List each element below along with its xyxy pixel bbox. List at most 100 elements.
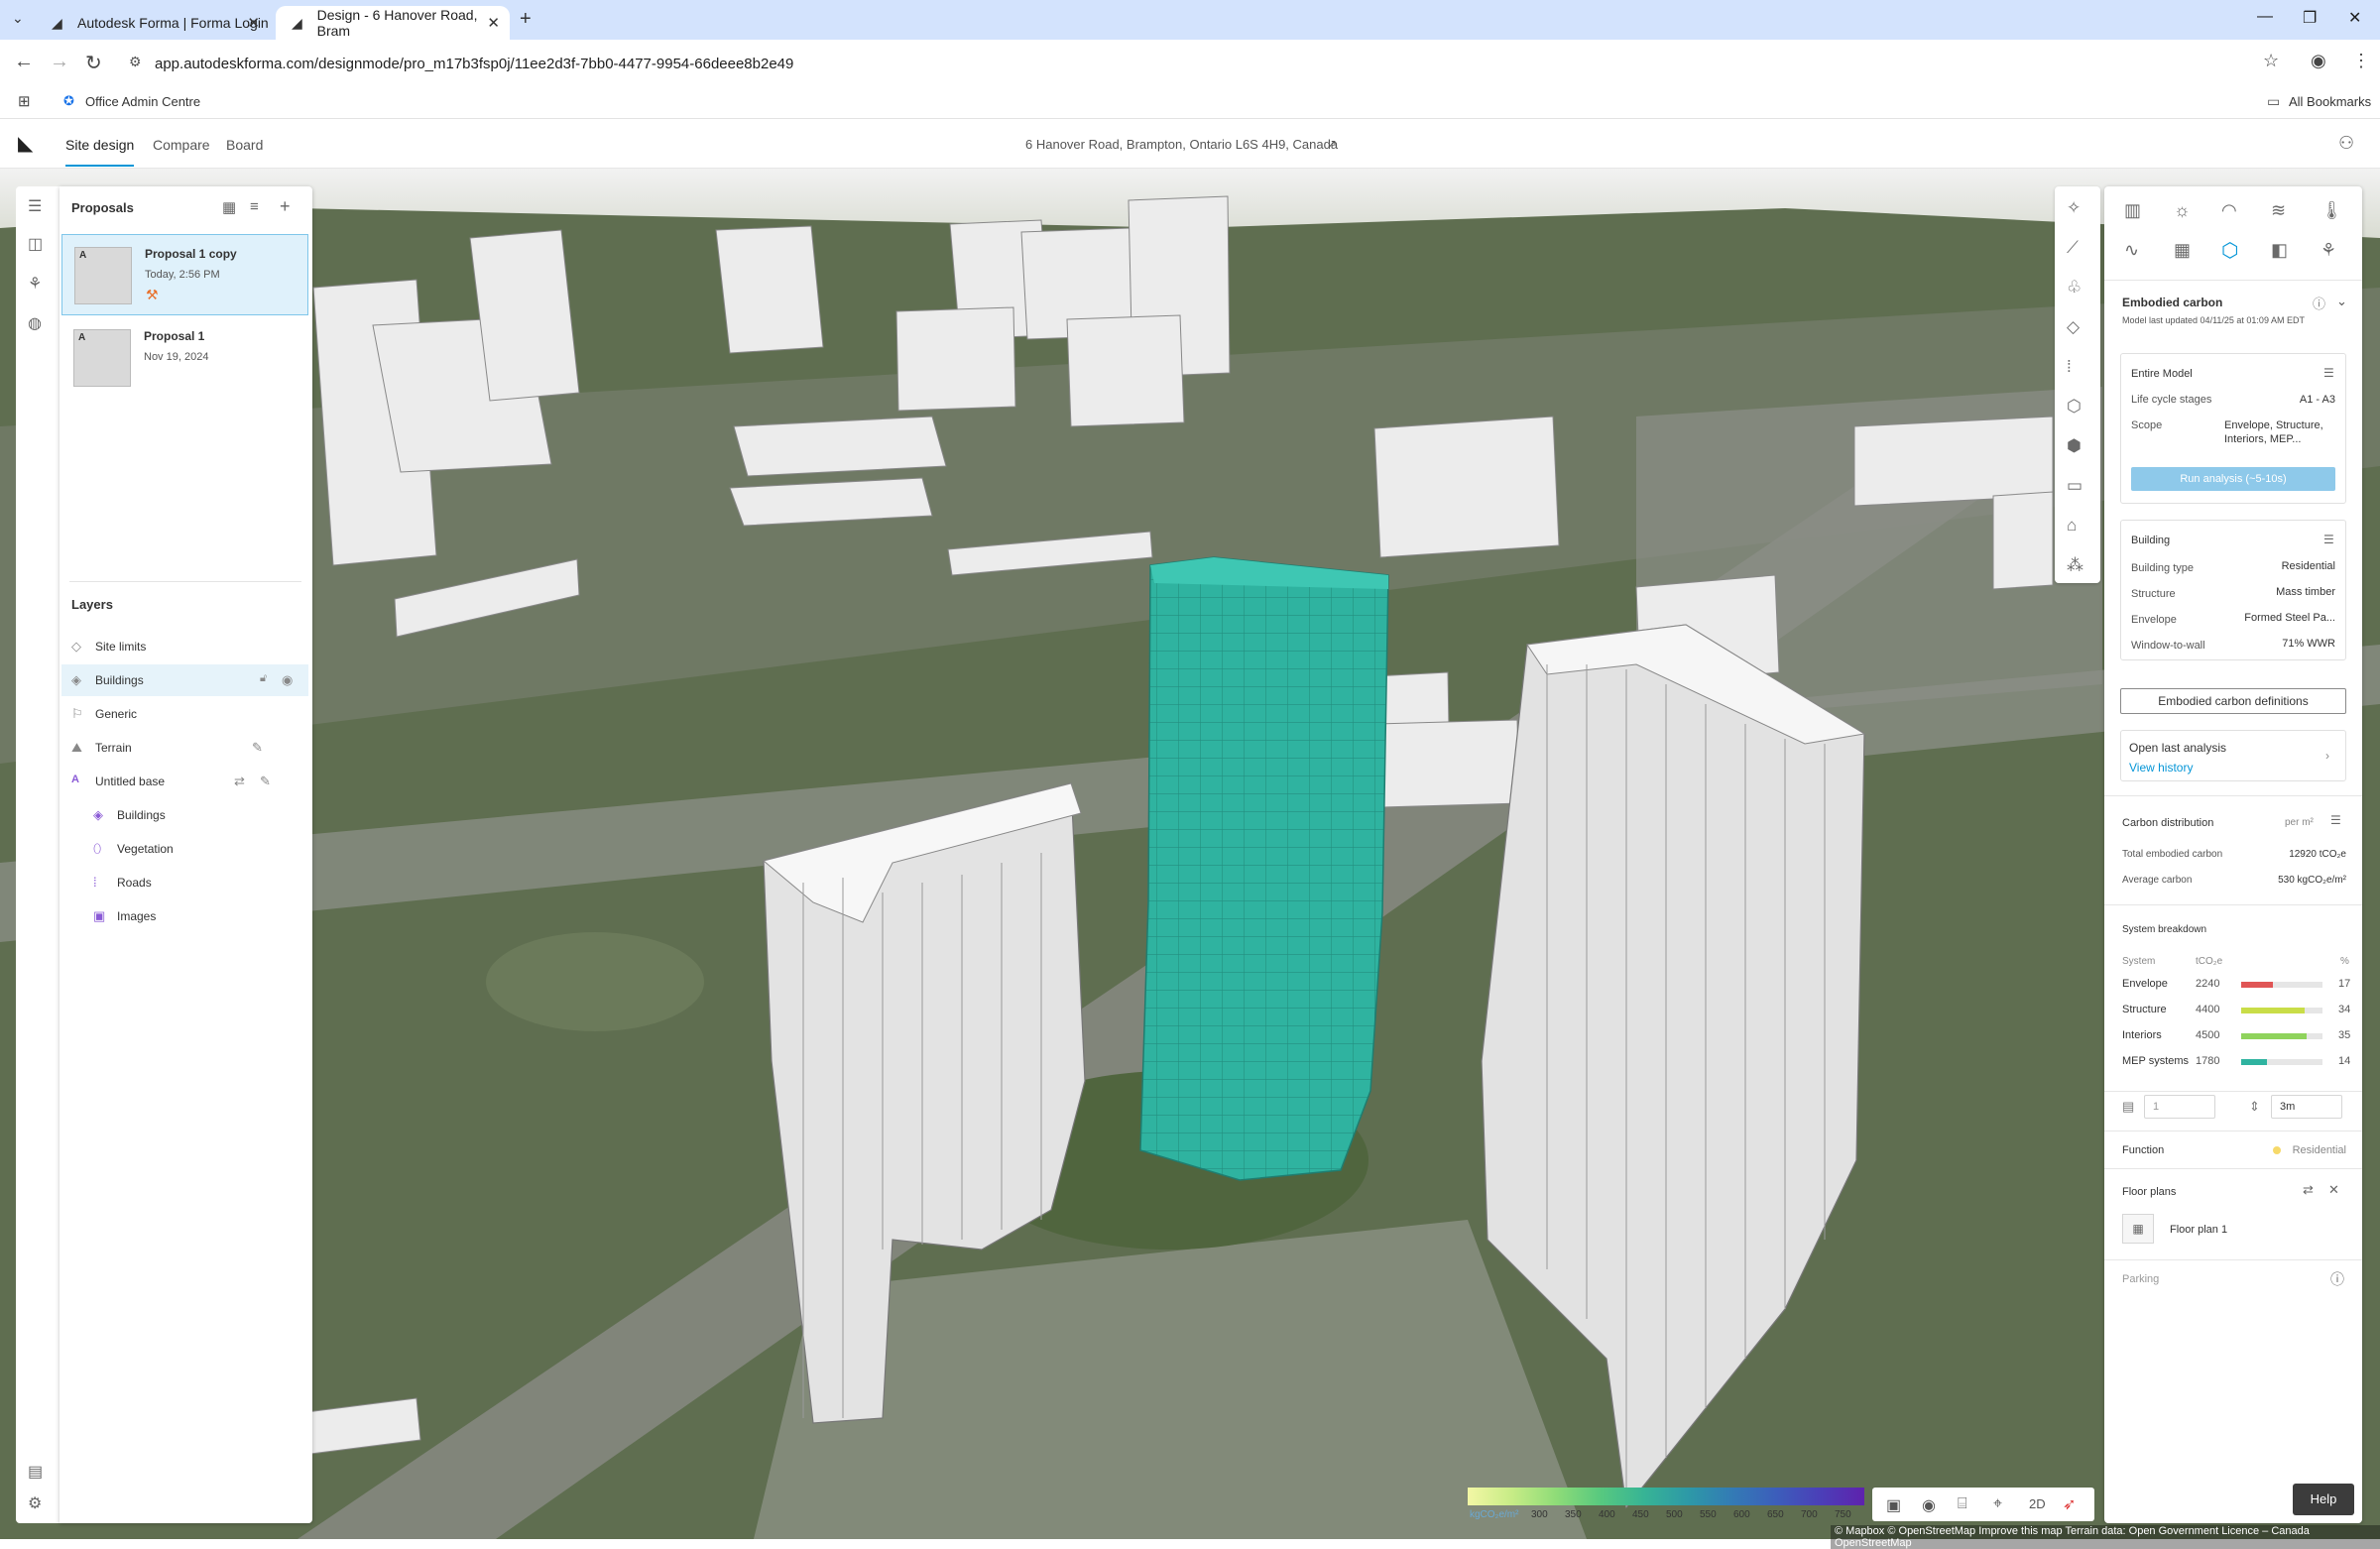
sublayer-roads[interactable]: ⁞ Roads (61, 867, 308, 898)
function-value[interactable]: Residential (2293, 1144, 2346, 1156)
layer-generic[interactable]: ⚐ Generic (61, 698, 308, 730)
settings-icon[interactable]: ⚙ (28, 1493, 42, 1513)
floor-height-input[interactable]: 3m (2271, 1095, 2342, 1119)
focus-icon[interactable]: ⌖ (1993, 1495, 2002, 1513)
close-icon[interactable]: ✕ (2328, 1182, 2339, 1198)
layout-icon[interactable]: ▣ (1886, 1495, 1901, 1515)
ruler-icon[interactable]: ⟋ (2067, 238, 2079, 258)
system-value: 4500 (2196, 1029, 2220, 1041)
noise-icon[interactable]: ∿ (2124, 240, 2139, 261)
close-window-icon[interactable]: ✕ (2348, 8, 2361, 28)
layer-buildings[interactable]: ◈ Buildings 🔓︎ ◉ (61, 664, 308, 696)
magic-tool-icon[interactable]: ✧ (2067, 198, 2081, 218)
daylight-icon[interactable]: ◠ (2221, 200, 2237, 221)
forma-logo-icon[interactable]: ◣ (18, 131, 33, 156)
library-icon[interactable]: ◫ (28, 234, 43, 254)
zone-icon[interactable]: ◇ (2067, 317, 2080, 337)
grid-view-icon[interactable]: ▦ (222, 198, 236, 216)
reload-icon[interactable]: ↻ (85, 51, 102, 75)
building-icon[interactable]: ⬡ (2067, 397, 2082, 417)
browser-tab-active[interactable]: ◢ Design - 6 Hanover Road, Bram ✕ (276, 6, 510, 40)
tab-compare[interactable]: Compare (153, 137, 210, 153)
edit-pencil-icon[interactable]: ✎ (260, 774, 271, 789)
layer-untitled-base[interactable]: A Untitled base ⇄ ✎ (61, 766, 308, 797)
swap-icon[interactable]: ⇄ (2303, 1182, 2314, 1198)
forward-icon[interactable]: → (50, 51, 69, 73)
compass-icon[interactable]: ➶ (2063, 1494, 2076, 1514)
camera-icon[interactable]: ⌸ (1958, 1495, 1967, 1513)
road-icon[interactable]: ⁞ (2067, 357, 2072, 377)
menu-icon[interactable]: ⋮ (2352, 51, 2370, 71)
edit-pencil-icon[interactable]: ✎ (252, 740, 263, 756)
last-analysis-card[interactable]: Open last analysis View history › (2120, 730, 2346, 781)
measure-icon[interactable]: ▭ (2067, 476, 2082, 496)
all-bookmarks[interactable]: All Bookmarks (2289, 94, 2371, 109)
wind-icon[interactable]: ≋ (2271, 200, 2286, 221)
volume-icon[interactable]: ⬢ (2067, 436, 2082, 456)
help-circle-icon[interactable]: ⓘ (2313, 294, 2325, 312)
url-text[interactable]: app.autodeskforma.com/designmode/pro_m17… (155, 56, 793, 72)
tab-site-design[interactable]: Site design (65, 137, 135, 167)
floor-plan-item[interactable]: Floor plan 1 (2170, 1224, 2227, 1236)
layer-terrain[interactable]: ⛰ Terrain ✎ (61, 732, 308, 764)
add-proposal-icon[interactable]: + (280, 196, 291, 217)
maximize-icon[interactable]: ❐ (2303, 8, 2317, 28)
bookmark-star-icon[interactable]: ☆ (2263, 51, 2279, 71)
keyboard-icon[interactable]: ▤ (28, 1462, 43, 1482)
visibility-eye-icon[interactable]: ◉ (282, 672, 293, 688)
minimize-icon[interactable]: — (2257, 8, 2273, 26)
back-icon[interactable]: ← (14, 51, 34, 73)
globe-icon[interactable]: ◍ (28, 313, 42, 333)
extensions-icon[interactable]: ⚘ (28, 274, 42, 294)
layer-site-limits[interactable]: ◇ Site limits (61, 631, 308, 662)
new-tab-icon[interactable]: + (520, 8, 532, 31)
browser-tab[interactable]: ◢ Autodesk Forma | Forma Login ✕ (36, 6, 270, 40)
draw-tree-icon[interactable]: ♧ (2067, 278, 2082, 298)
help-button[interactable]: Help (2293, 1484, 2354, 1515)
toggle-2d-button[interactable]: 2D (2029, 1496, 2046, 1511)
thermal-icon[interactable]: 🌡︎ (2320, 200, 2343, 221)
network-icon[interactable]: ⁂ (2067, 555, 2083, 575)
apps-icon[interactable]: ⊞ (18, 92, 31, 110)
swap-icon[interactable]: ⇄ (234, 774, 245, 789)
sublayer-buildings[interactable]: ◈ Buildings (61, 799, 308, 831)
sun-icon[interactable]: ☼ (2174, 200, 2191, 221)
collaborators-icon[interactable]: ⚇ (2338, 133, 2354, 154)
sun-hours-icon[interactable]: ▥ (2124, 200, 2141, 221)
eye-icon[interactable]: ◉ (1922, 1495, 1936, 1515)
tab-list-icon[interactable]: ⌄ (12, 10, 24, 27)
system-percent: 34 (2338, 1004, 2351, 1015)
tag-icon[interactable]: ⌂ (2067, 516, 2077, 536)
site-info-icon[interactable]: ⚙ (129, 54, 142, 70)
help-circle-icon[interactable]: ⓘ (2330, 1269, 2344, 1289)
open-last-analysis[interactable]: Open last analysis (2129, 741, 2226, 755)
map-viewport[interactable] (0, 169, 2380, 1539)
distribution-settings-icon[interactable]: ☰ (2330, 813, 2341, 827)
map-attribution[interactable]: © Mapbox © OpenStreetMap Improve this ma… (1831, 1525, 2380, 1549)
close-tab-icon[interactable]: ✕ (487, 14, 500, 32)
run-analysis-button[interactable]: Run analysis (~5-10s) (2131, 467, 2335, 491)
settings-sliders-icon[interactable]: ☰ (2323, 533, 2334, 546)
close-tab-icon[interactable]: ✕ (247, 14, 260, 32)
view-history-link[interactable]: View history (2129, 761, 2193, 774)
bookmark-office-admin[interactable]: Office Admin Centre (85, 94, 200, 109)
microclimate-icon[interactable]: ⚘ (2320, 240, 2336, 261)
chevron-right-icon[interactable]: › (2325, 749, 2329, 763)
definitions-button[interactable]: Embodied carbon definitions (2120, 688, 2346, 714)
collapse-panel-icon[interactable]: ☰ (28, 196, 42, 216)
lock-icon[interactable]: 🔓︎ (260, 672, 267, 685)
filter-icon[interactable]: ≡ (250, 198, 259, 215)
profile-icon[interactable]: ◉ (2311, 51, 2326, 71)
floors-input[interactable]: 1 (2144, 1095, 2215, 1119)
energy-icon[interactable]: ◧ (2271, 240, 2288, 261)
settings-sliders-icon[interactable]: ☰ (2323, 366, 2334, 380)
sublayer-images[interactable]: ▣ Images (61, 900, 308, 932)
chevron-down-icon[interactable]: ⌄ (2336, 294, 2347, 309)
proposal-item[interactable]: A Proposal 1 copy Today, 2:56 PM ⚒ (61, 234, 308, 315)
proposal-item[interactable]: A Proposal 1 Nov 19, 2024 (61, 317, 308, 399)
solar-panel-icon[interactable]: ▦ (2174, 240, 2191, 261)
external-link-icon[interactable]: ↗ (1327, 137, 1337, 151)
tab-board[interactable]: Board (226, 137, 263, 153)
sublayer-vegetation[interactable]: ⬯ Vegetation (61, 833, 308, 865)
embodied-carbon-icon[interactable]: ⬡ (2221, 238, 2238, 263)
